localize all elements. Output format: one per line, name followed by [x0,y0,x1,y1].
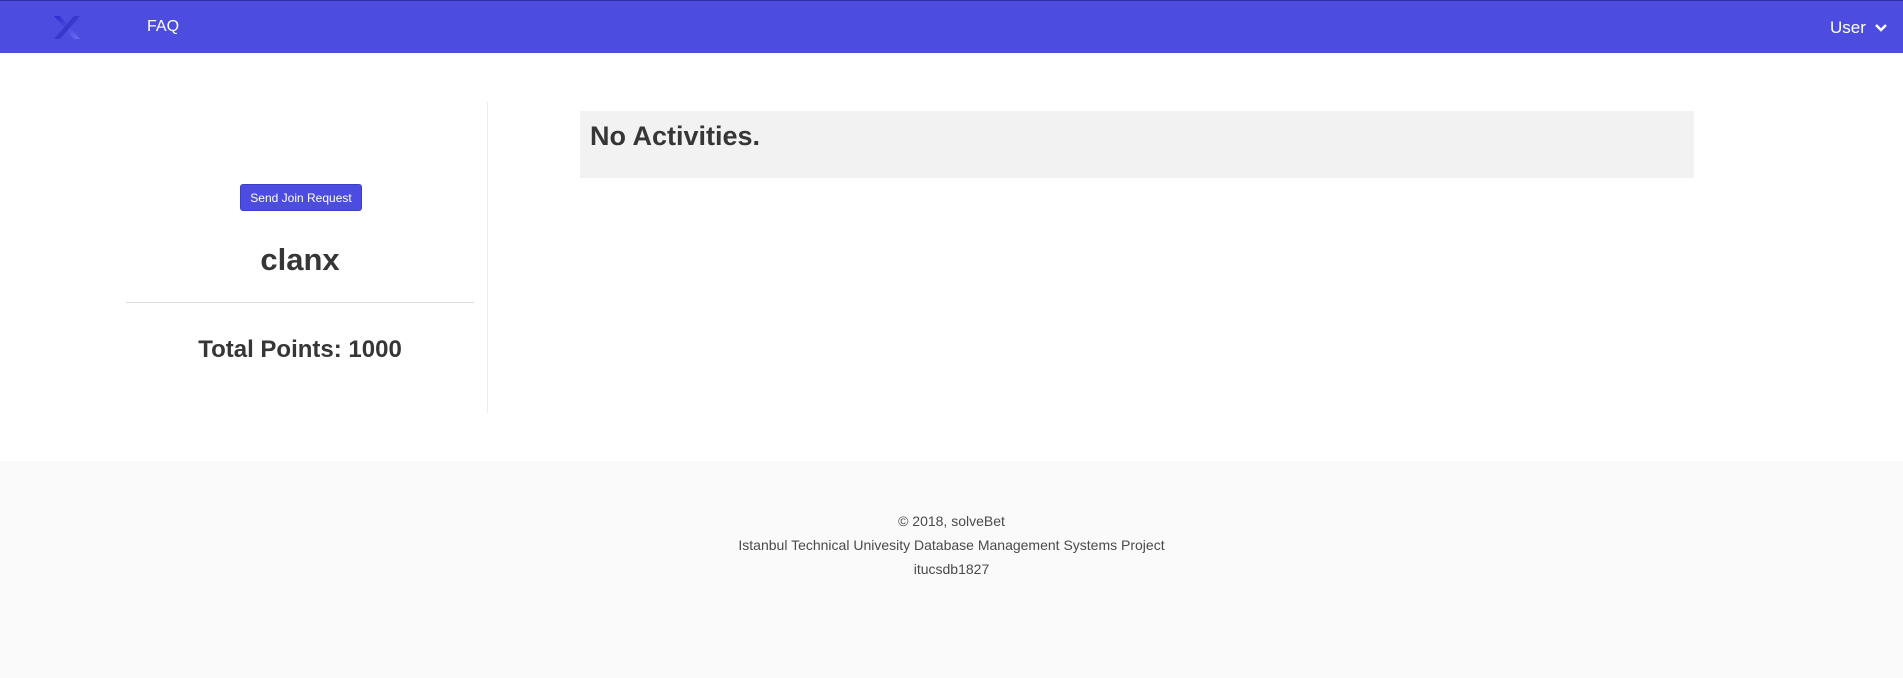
clan-sidebar: Send Join Request clanx Total Points: 10… [126,102,488,413]
footer-project: Istanbul Technical Univesity Database Ma… [738,537,1165,553]
page-footer: © 2018, solveBet Istanbul Technical Univ… [0,461,1903,678]
chevron-down-icon [1875,24,1887,32]
send-join-request-button[interactable]: Send Join Request [240,184,362,211]
divider [126,302,474,303]
no-activities-message: No Activities. [590,121,761,151]
activities-panel: No Activities. [580,111,1694,178]
footer-repo: itucsdb1827 [913,561,990,577]
solvebet-logo-icon[interactable] [52,13,82,43]
clan-name: clanx [260,242,340,277]
footer-copyright: © 2018, solveBet [898,513,1005,529]
user-dropdown-label: User [1830,18,1866,37]
nav-faq-link[interactable]: FAQ [147,18,179,36]
user-dropdown[interactable]: User [1830,18,1888,38]
total-points: Total Points: 1000 [198,336,402,363]
top-navbar: FAQ User [0,0,1903,53]
